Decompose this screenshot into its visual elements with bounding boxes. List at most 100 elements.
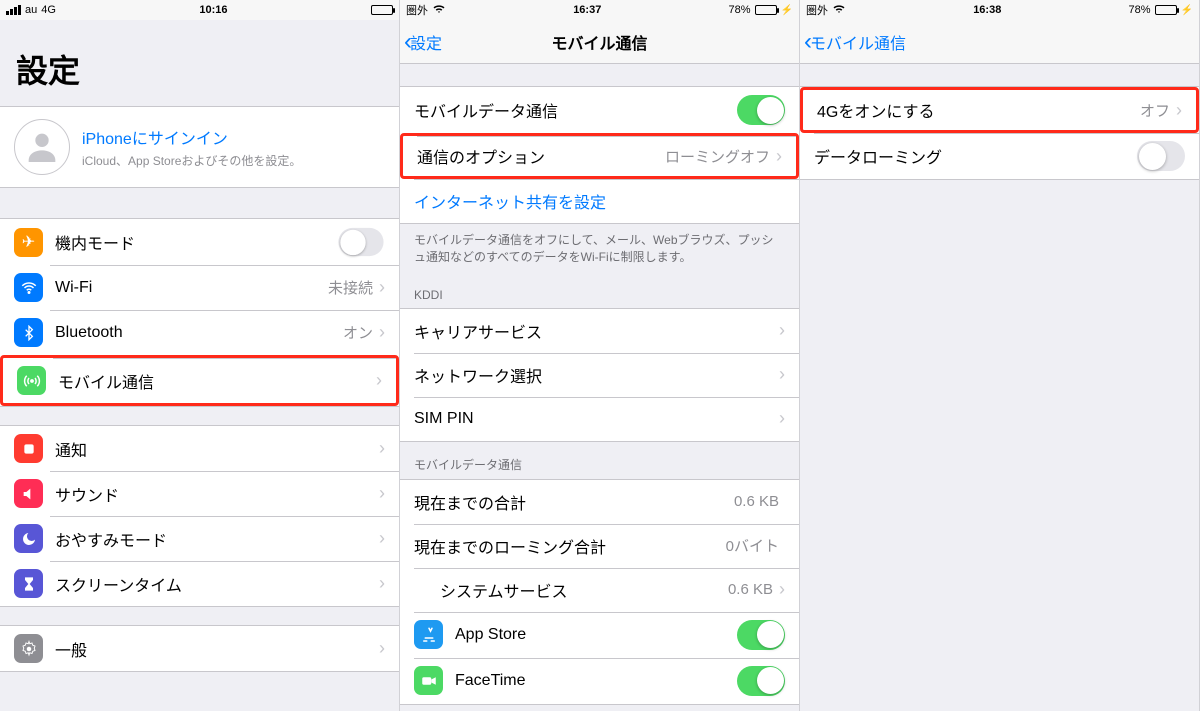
status-bar: 圏外 16:37 78% ⚡ [400,0,799,20]
general-label: 一般 [55,637,379,661]
dnd-cell[interactable]: おやすみモード › [0,516,399,561]
data-footer-note: モバイルデータ通信をオフにして、メール、Webブラウズ、プッシュ通知などのすべて… [400,224,799,274]
bluetooth-cell[interactable]: Bluetooth オン › [0,310,399,355]
battery-icon [371,5,393,15]
sim-pin-cell[interactable]: SIM PIN › [400,397,799,441]
chevron-right-icon: › [379,277,385,298]
chevron-right-icon: › [379,438,385,459]
total-label: 現在までの合計 [414,490,734,514]
carrier-services-cell[interactable]: キャリアサービス › [400,309,799,353]
comm-options-detail: ローミングオフ [665,146,770,167]
appstore-label: App Store [455,626,737,644]
wifi-status-icon [832,3,846,17]
general-cell[interactable]: 一般 › [0,626,399,671]
page-title: 設定 [0,20,399,102]
dnd-label: おやすみモード [55,527,379,551]
signal-icon [6,5,21,15]
sim-pin-label: SIM PIN [414,410,779,428]
screentime-cell[interactable]: スクリーンタイム › [0,561,399,606]
battery-icon [1155,5,1177,15]
group-general: 一般 › [0,625,399,672]
wifi-cell[interactable]: Wi-Fi 未接続 › [0,265,399,310]
signin-subtitle: iCloud、App Storeおよびその他を設定。 [82,152,301,169]
clock: 16:38 [973,4,1001,16]
charging-icon: ⚡ [1181,5,1193,16]
carrier-label: 圏外 [406,2,428,18]
hotspot-cell[interactable]: インターネット共有を設定 [400,179,799,223]
nav-title: モバイル通信 [551,30,647,54]
data-roaming-label: データローミング [814,144,1137,168]
cellular-icon [17,366,46,395]
network-select-cell[interactable]: ネットワーク選択 › [400,353,799,397]
appstore-cell[interactable]: App Store [400,612,799,658]
nav-bar: ‹ 設定 モバイル通信 [400,20,799,64]
data-roaming-cell[interactable]: データローミング [800,133,1199,179]
chevron-right-icon: › [776,146,782,167]
chevron-right-icon: › [779,364,785,385]
chevron-right-icon: › [376,370,382,391]
chevron-right-icon: › [379,528,385,549]
moon-icon [14,524,43,553]
roaming-total-value: 0バイト [726,535,779,556]
screen-cellular: 圏外 16:37 78% ⚡ ‹ 設定 モバイル通信 モバイルデータ通信 通信の… [400,0,800,711]
wifi-detail: 未接続 [328,277,373,298]
chevron-right-icon: › [379,322,385,343]
carrier-label: 圏外 [806,2,828,18]
wifi-icon [14,273,43,302]
chevron-right-icon: › [1176,100,1182,121]
total-cell: 現在までの合計 0.6 KB [400,480,799,524]
data-usage-header: モバイルデータ通信 [400,442,799,479]
signin-cell[interactable]: iPhoneにサインイン iCloud、App Storeおよびその他を設定。 [0,106,399,188]
chevron-right-icon: › [379,483,385,504]
sounds-icon [14,479,43,508]
mobile-data-toggle[interactable] [737,95,785,125]
signin-title: iPhoneにサインイン [82,125,301,149]
facetime-toggle[interactable] [737,666,785,696]
system-services-cell[interactable]: システムサービス 0.6 KB › [400,568,799,612]
roaming-total-label: 現在までのローミング合計 [414,534,726,558]
airplane-label: 機内モード [55,230,337,254]
comm-options-cell[interactable]: 通信のオプション ローミングオフ › [400,133,799,179]
battery-percent: 78% [729,4,751,16]
facetime-cell[interactable]: FaceTime [400,658,799,704]
chevron-right-icon: › [379,638,385,659]
data-roaming-toggle[interactable] [1137,141,1185,171]
chevron-right-icon: › [779,579,785,600]
back-button[interactable]: ‹ モバイル通信 [804,20,906,63]
sounds-cell[interactable]: サウンド › [0,471,399,516]
comm-options-label: 通信のオプション [417,144,665,168]
mobile-data-cell[interactable]: モバイルデータ通信 [400,87,799,133]
wifi-status-icon [432,3,446,17]
back-button[interactable]: ‹ 設定 [404,20,442,63]
wifi-label: Wi-Fi [55,279,328,297]
network-label: 4G [41,4,56,16]
airplane-toggle[interactable] [338,228,383,256]
notifications-cell[interactable]: 通知 › [0,426,399,471]
back-label: 設定 [410,30,442,54]
clock: 10:16 [199,4,227,16]
system-services-label: システムサービス [440,578,728,602]
charging-icon: ⚡ [781,5,793,16]
facetime-label: FaceTime [455,672,737,690]
enable-4g-cell[interactable]: 4Gをオンにする オフ › [800,87,1199,133]
group-kddi: キャリアサービス › ネットワーク選択 › SIM PIN › [400,308,799,442]
appstore-toggle[interactable] [737,620,785,650]
airplane-cell[interactable]: ✈ 機内モード [0,219,399,265]
roaming-total-cell: 現在までのローミング合計 0バイト [400,524,799,568]
carrier-label: au [25,4,37,16]
nav-bar: ‹ モバイル通信 [800,20,1199,64]
network-select-label: ネットワーク選択 [414,363,779,387]
avatar-icon [14,119,70,175]
status-bar: 圏外 16:38 78% ⚡ [800,0,1199,20]
hourglass-icon [14,569,43,598]
cellular-cell[interactable]: モバイル通信 › [0,355,399,406]
enable-4g-label: 4Gをオンにする [817,98,1140,122]
enable-4g-detail: オフ [1140,100,1170,121]
back-label: モバイル通信 [810,30,906,54]
cellular-label: モバイル通信 [58,369,376,393]
kddi-header: KDDI [400,274,799,308]
group-data-usage: 現在までの合計 0.6 KB 現在までのローミング合計 0バイト システムサービ… [400,479,799,705]
battery-percent: 78% [1129,4,1151,16]
notifications-label: 通知 [55,437,379,461]
bluetooth-detail: オン [343,322,373,343]
